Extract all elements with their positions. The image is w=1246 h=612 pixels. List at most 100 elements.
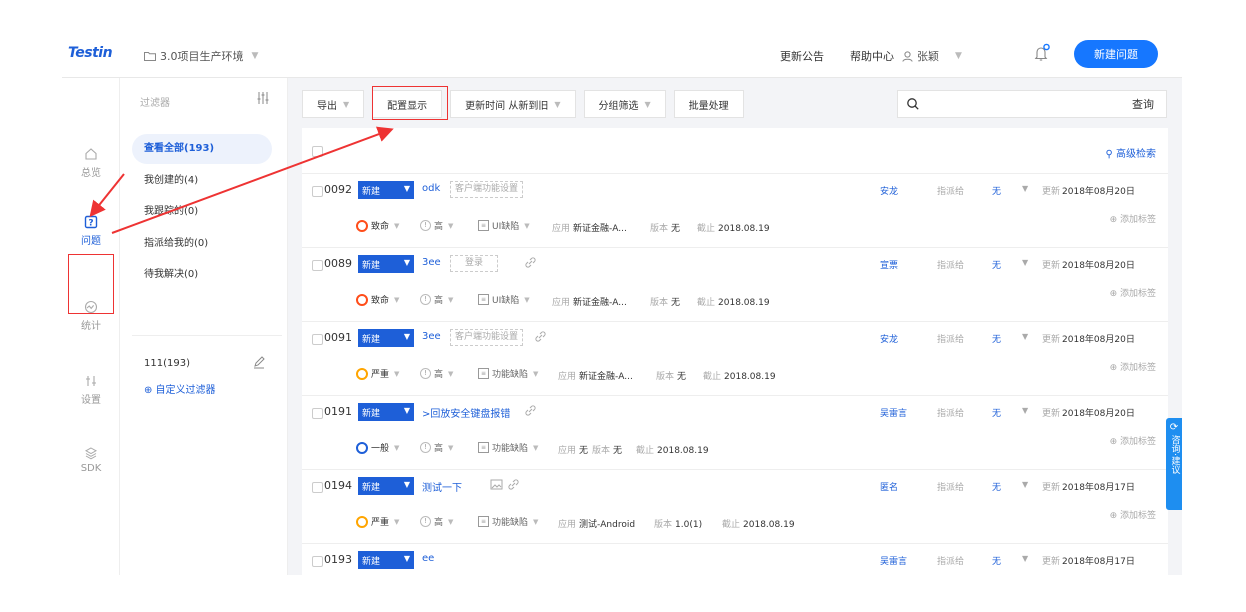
- priority-dropdown[interactable]: ! 高 ▼: [420, 367, 453, 380]
- type-dropdown[interactable]: ≡ UI缺陷 ▼: [478, 219, 530, 232]
- assignee[interactable]: 指派给: [937, 406, 964, 419]
- status-dropdown[interactable]: 新建 ▼: [358, 551, 414, 569]
- priority-dropdown[interactable]: ! 高 ▼: [420, 441, 453, 454]
- project-selector[interactable]: 3.0项目生产环境 ▼: [144, 48, 258, 64]
- row-checkbox[interactable]: [312, 482, 323, 493]
- custom-filter-item[interactable]: 111(193): [144, 358, 190, 369]
- status-dropdown[interactable]: 新建 ▼: [358, 181, 414, 199]
- link-icon[interactable]: [507, 478, 520, 491]
- value-none[interactable]: 无: [992, 184, 1001, 197]
- type-dropdown[interactable]: ≡ UI缺陷 ▼: [478, 293, 530, 306]
- type-dropdown[interactable]: ≡ 功能缺陷 ▼: [478, 367, 538, 380]
- priority-dropdown[interactable]: ! 高 ▼: [420, 219, 453, 232]
- filter-item-assigned[interactable]: 指派给我的(0): [132, 229, 272, 259]
- search-input[interactable]: 查询: [897, 90, 1167, 118]
- status-dropdown[interactable]: 新建 ▼: [358, 329, 414, 347]
- assignee[interactable]: 指派给: [937, 258, 964, 271]
- search-button[interactable]: 查询: [1120, 91, 1166, 117]
- issue-title[interactable]: 3ee: [422, 331, 441, 342]
- nav-overview[interactable]: 总览: [62, 147, 120, 179]
- add-tag-link[interactable]: ⊕ 添加标签: [1110, 286, 1156, 299]
- owner[interactable]: 吴雷言: [880, 406, 907, 419]
- priority-dropdown[interactable]: ! 高 ▼: [420, 293, 453, 306]
- severity-dropdown[interactable]: 致命 ▼: [356, 293, 399, 306]
- add-tag-link[interactable]: ⊕ 添加标签: [1110, 434, 1156, 447]
- group-filter-button[interactable]: 分组筛选 ▼: [583, 90, 666, 118]
- value-none[interactable]: 无: [992, 258, 1001, 271]
- owner[interactable]: 安龙: [880, 184, 898, 197]
- issue-title[interactable]: odk: [422, 183, 440, 194]
- severity-dropdown[interactable]: 致命 ▼: [356, 219, 399, 232]
- value-none[interactable]: 无: [992, 554, 1001, 567]
- table-row[interactable]: 0091 新建 ▼ 3ee 客户端功能设置 安龙 指派给 无 ▼ 更新 2018年0…: [302, 322, 1168, 396]
- priority-dropdown[interactable]: ! 高 ▼: [420, 515, 453, 528]
- filter-item-followed[interactable]: 我跟踪的(0): [132, 197, 272, 227]
- row-checkbox[interactable]: [312, 408, 323, 419]
- new-issue-button[interactable]: 新建问题: [1074, 40, 1158, 68]
- table-row[interactable]: 0194 新建 ▼ 测试一下 匿名 指派给 无 ▼ 更新 2018年08月17日 严…: [302, 470, 1168, 544]
- consult-suggest-tab[interactable]: ⟳ 咨询·建议: [1166, 418, 1182, 510]
- issue-title[interactable]: ee: [422, 553, 434, 564]
- value-none[interactable]: 无: [992, 480, 1001, 493]
- type-dropdown[interactable]: ≡ 功能缺陷 ▼: [478, 441, 538, 454]
- filter-item-all[interactable]: 查看全部(193): [132, 134, 272, 164]
- link-help-center[interactable]: 帮助中心: [850, 48, 894, 64]
- nav-issues[interactable]: ? 问题: [62, 215, 120, 247]
- assignee[interactable]: 指派给: [937, 480, 964, 493]
- table-row[interactable]: 0092 新建 ▼ odk 客户端功能设置 安龙 指派给 无 ▼ 更新 2018年0…: [302, 174, 1168, 248]
- status-dropdown[interactable]: 新建 ▼: [358, 477, 414, 495]
- filter-item-created[interactable]: 我创建的(4): [132, 166, 272, 196]
- export-button[interactable]: 导出 ▼: [302, 90, 365, 118]
- link-announcement[interactable]: 更新公告: [780, 48, 824, 64]
- severity-dropdown[interactable]: 严重 ▼: [356, 515, 399, 528]
- row-checkbox[interactable]: [312, 260, 323, 271]
- chevron-down-icon: ▼: [448, 443, 454, 452]
- issue-title[interactable]: 测试一下: [422, 479, 462, 494]
- add-custom-filter-link[interactable]: ⊕ 自定义过滤器: [144, 381, 216, 396]
- batch-button[interactable]: 批量处理: [673, 90, 744, 118]
- select-all-checkbox[interactable]: [312, 146, 323, 157]
- owner[interactable]: 安龙: [880, 332, 898, 345]
- pencil-icon[interactable]: [252, 355, 266, 369]
- status-dropdown[interactable]: 新建 ▼: [358, 255, 414, 273]
- user-name: 张颖: [917, 50, 939, 63]
- assignee[interactable]: 指派给: [937, 184, 964, 197]
- add-tag-link[interactable]: ⊕ 添加标签: [1110, 508, 1156, 521]
- link-icon[interactable]: [524, 404, 537, 417]
- adjust-icon[interactable]: [256, 91, 270, 105]
- row-checkbox[interactable]: [312, 186, 323, 197]
- add-tag-link[interactable]: ⊕ 添加标签: [1110, 212, 1156, 225]
- filter-item-to-resolve[interactable]: 待我解决(0): [132, 260, 272, 290]
- issue-title[interactable]: >回放安全键盘报错: [422, 405, 510, 420]
- bell-icon[interactable]: [1030, 42, 1052, 64]
- assignee[interactable]: 指派给: [937, 554, 964, 567]
- update-label: 更新: [1042, 409, 1061, 419]
- value-none[interactable]: 无: [992, 332, 1001, 345]
- value-none[interactable]: 无: [992, 406, 1001, 419]
- due-meta: 截止 2018.08.19: [703, 369, 776, 382]
- row-checkbox[interactable]: [312, 334, 323, 345]
- issue-title[interactable]: 3ee: [422, 257, 441, 268]
- row-checkbox[interactable]: [312, 556, 323, 567]
- advanced-search-link[interactable]: ⚲ 高级检索: [1105, 145, 1156, 160]
- nav-sdk[interactable]: SDK: [62, 446, 120, 474]
- owner[interactable]: 匿名: [880, 480, 898, 493]
- link-icon[interactable]: [534, 330, 547, 343]
- table-row[interactable]: 0191 新建 ▼ >回放安全键盘报错 吴雷言 指派给 无 ▼ 更新 2018年08…: [302, 396, 1168, 470]
- image-icon[interactable]: [490, 478, 503, 491]
- type-dropdown[interactable]: ≡ 功能缺陷 ▼: [478, 515, 538, 528]
- status-dropdown[interactable]: 新建 ▼: [358, 403, 414, 421]
- add-tag-link[interactable]: ⊕ 添加标签: [1110, 360, 1156, 373]
- severity-dropdown[interactable]: 严重 ▼: [356, 367, 399, 380]
- owner[interactable]: 宣票: [880, 258, 898, 271]
- user-menu[interactable]: 张颖 ▼: [902, 48, 962, 64]
- owner[interactable]: 吴雷言: [880, 554, 907, 567]
- annotation-box: [372, 86, 448, 120]
- assignee[interactable]: 指派给: [937, 332, 964, 345]
- nav-settings[interactable]: 设置: [62, 374, 120, 406]
- sort-button[interactable]: 更新时间 从新到旧 ▼: [450, 90, 576, 118]
- table-row[interactable]: 0089 新建 ▼ 3ee 登录 宣票 指派给 无 ▼ 更新 2018年08月20日…: [302, 248, 1168, 322]
- link-icon[interactable]: [524, 256, 537, 269]
- severity-dropdown[interactable]: 一般 ▼: [356, 441, 399, 454]
- table-row[interactable]: 0193 新建 ▼ ee 吴雷言 指派给 无 ▼ 更新 2018年08月17日: [302, 544, 1168, 575]
